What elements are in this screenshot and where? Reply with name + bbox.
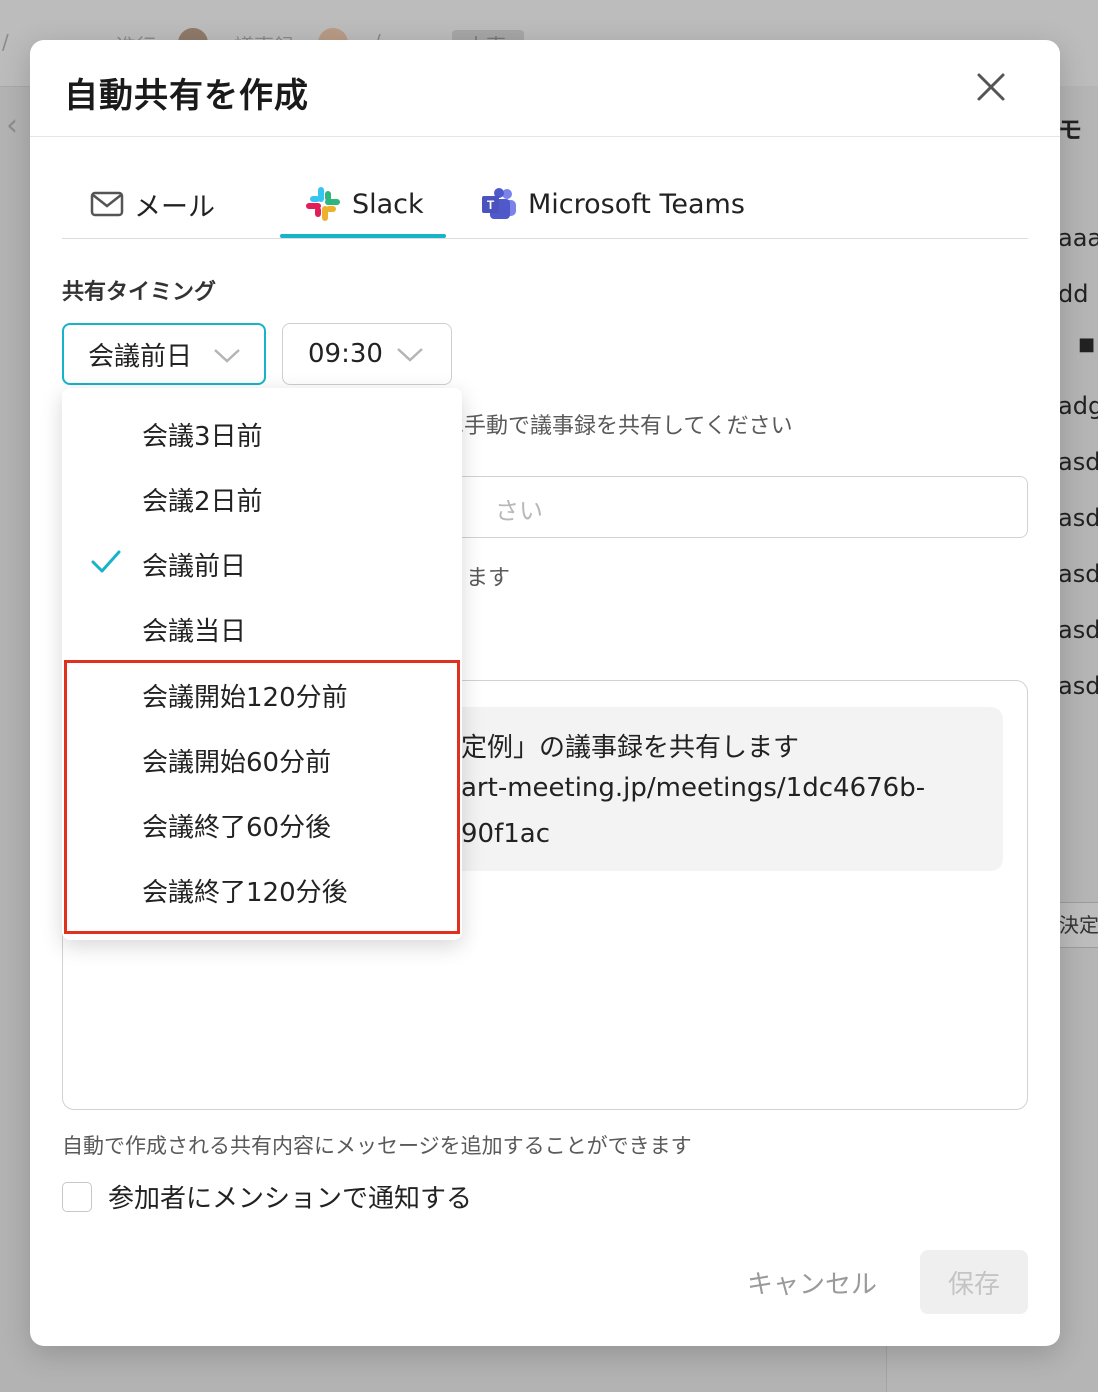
mention-row: 参加者にメンションで通知する (62, 1178, 472, 1215)
right-panel-line: asd (1058, 560, 1098, 588)
right-panel-title: モ (1058, 116, 1082, 144)
message-helper: 自動で作成される共有内容にメッセージを追加することができます (62, 1134, 692, 1158)
dropdown-option-label: 会議終了120分後 (142, 878, 348, 908)
timing-day-dropdown: 会議3日前 会議2日前 会議前日 会議当日 会議開始120分前 会議開始60分前… (62, 388, 462, 940)
tab-microsoft-teams[interactable]: T Microsoft Teams (480, 170, 745, 238)
close-icon (977, 73, 1005, 101)
svg-text:T: T (487, 198, 495, 212)
chevron-down-icon (214, 349, 240, 363)
dropdown-option-label: 会議開始120分前 (142, 683, 348, 713)
input-helper: ます (466, 566, 511, 591)
right-panel-line: aaa (1058, 224, 1098, 252)
dropdown-option[interactable]: 会議3日前 (62, 402, 462, 467)
manual-share-helper: は手動で議事録を共有してください (442, 414, 793, 439)
right-panel-line: asd (1058, 672, 1098, 700)
active-tab-indicator (280, 234, 446, 238)
teams-icon: T (482, 188, 516, 219)
tab-mail[interactable]: メール (90, 170, 215, 238)
dropdown-option-selected[interactable]: 会議前日 (62, 532, 462, 597)
right-panel-line: adg (1058, 392, 1098, 420)
tab-slack[interactable]: Slack (304, 170, 424, 238)
share-destination-tabs: メール Slack T Microsoft Teams (62, 170, 1028, 239)
dropdown-option-label: 会議当日 (142, 617, 247, 647)
timing-label: 共有タイミング (62, 280, 217, 305)
dropdown-option[interactable]: 会議開始60分前 (62, 728, 462, 793)
dropdown-option[interactable]: 会議2日前 (62, 467, 462, 532)
right-panel-line: dd (1058, 280, 1089, 308)
timing-day-select[interactable]: 会議前日 (62, 323, 266, 385)
tab-slack-label: Slack (352, 188, 424, 220)
back-chevron-icon[interactable]: ‹ (6, 108, 18, 143)
chevron-down-icon (397, 348, 423, 362)
dropdown-option-label: 会議開始60分前 (142, 748, 332, 778)
mention-checkbox[interactable] (62, 1181, 92, 1212)
check-icon (91, 550, 121, 573)
tab-mail-label: メール (134, 191, 215, 223)
right-panel-line: asd (1058, 616, 1098, 644)
preview-link[interactable]: 90f1ac (461, 819, 550, 849)
preview-link[interactable]: art-meeting.jp/meetings/1dc4676b- (461, 773, 925, 803)
breadcrumb-separator: / (2, 30, 9, 54)
dropdown-option-label: 会議3日前 (142, 422, 263, 452)
dropdown-option-label: 会議前日 (142, 552, 247, 582)
right-panel-line: asd (1058, 504, 1098, 532)
close-button[interactable] (972, 68, 1010, 106)
timing-time-value: 09:30 (308, 339, 383, 369)
save-button[interactable]: 保存 (920, 1250, 1028, 1314)
cancel-button[interactable]: キャンセル (738, 1250, 886, 1314)
mention-checkbox-label[interactable]: 参加者にメンションで通知する (108, 1178, 472, 1215)
channel-input-placeholder: さい (495, 497, 543, 525)
dropdown-option[interactable]: 会議終了60分後 (62, 793, 462, 858)
slack-icon (306, 187, 340, 221)
modal-title: 自動共有を作成 (64, 76, 309, 116)
modal-header: 自動共有を作成 (30, 40, 1060, 137)
timing-time-select[interactable]: 09:30 (282, 323, 452, 385)
tab-teams-label: Microsoft Teams (528, 188, 745, 220)
dropdown-option-label: 会議終了60分後 (142, 813, 332, 843)
right-panel-line: asd (1058, 448, 1098, 476)
dropdown-option[interactable]: 会議開始120分前 (62, 663, 462, 728)
right-panel-bullet: ■ (1078, 334, 1096, 355)
dropdown-option[interactable]: 会議終了120分後 (62, 858, 462, 923)
timing-day-value: 会議前日 (88, 341, 193, 372)
mail-icon (90, 191, 124, 217)
dropdown-option[interactable]: 会議当日 (62, 597, 462, 662)
dropdown-option-label: 会議2日前 (142, 487, 263, 517)
preview-line: 定例」の議事録を共有します (461, 733, 800, 763)
